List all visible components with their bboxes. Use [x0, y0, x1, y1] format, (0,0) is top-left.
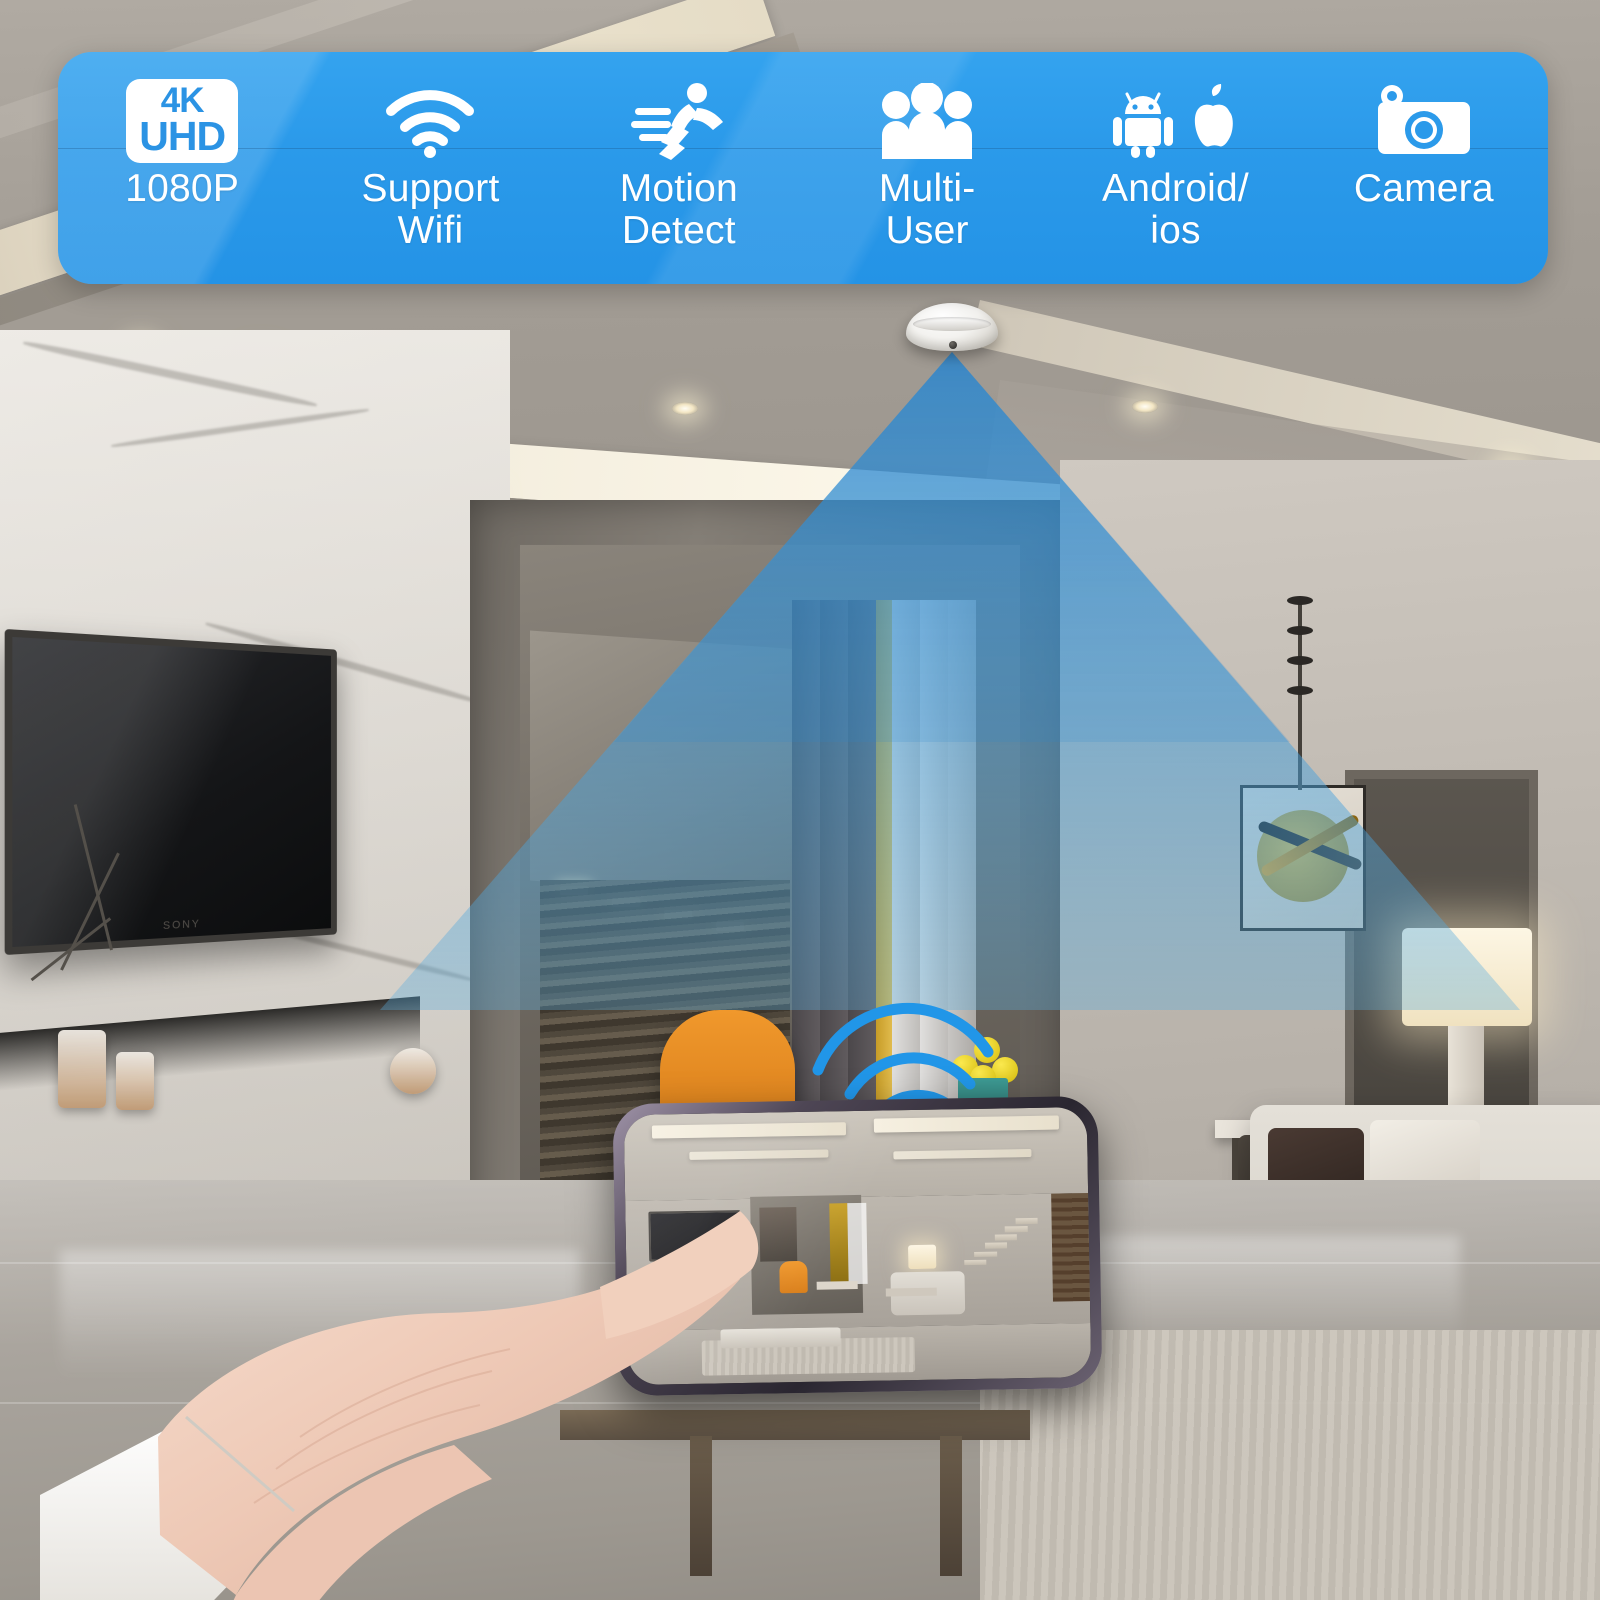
- phone-screen[interactable]: [623, 1106, 1092, 1386]
- feature-motion-label-line1: Motion: [619, 167, 738, 210]
- smartphone-live-view[interactable]: [612, 1095, 1103, 1397]
- recessed-downlight: [672, 402, 698, 415]
- starburst-wall-sculpture: [1255, 790, 1365, 900]
- feature-camera[interactable]: Camera: [1300, 52, 1548, 210]
- decor-canister: [116, 1052, 154, 1110]
- badge-uhd-text: UHD: [139, 113, 226, 160]
- kitchen-upper-cabinet: [530, 630, 800, 900]
- camera-seam-ring: [913, 317, 991, 331]
- feature-motion-detect[interactable]: Motion Detect: [555, 52, 803, 252]
- feature-platform[interactable]: Android/ ios: [1051, 52, 1299, 252]
- feature-motion-label-line2: Detect: [621, 209, 736, 253]
- camera-lens: [949, 341, 957, 349]
- feature-platform-label-line1: Android/: [1102, 167, 1249, 210]
- tv-screen-reflection: [12, 636, 331, 948]
- feature-resolution[interactable]: 4K UHD 1080P: [58, 52, 306, 210]
- wifi-icon: [384, 82, 476, 160]
- wall-mounted-tv: SONY: [4, 628, 337, 956]
- people-group-icon: [876, 82, 978, 160]
- 4k-uhd-badge-icon: 4K UHD: [126, 78, 239, 164]
- feature-wifi[interactable]: Support Wifi: [306, 52, 554, 252]
- feature-wifi-label-line1: Support: [361, 167, 500, 210]
- table-lamp-shade: [1402, 928, 1532, 1026]
- feature-multiuser-label-line2: User: [885, 209, 969, 253]
- coffee-table-leg: [690, 1436, 712, 1576]
- ceiling-smoke-detector-camera[interactable]: [906, 303, 998, 363]
- camera-icon: [1374, 82, 1474, 160]
- badge-4k-text: 4K: [160, 80, 205, 120]
- android-apple-icon: [1109, 82, 1241, 160]
- screen-glare: [623, 1106, 1092, 1386]
- floor-reflection: [60, 1250, 580, 1380]
- product-marketing-image: SONY 4K UHD 1080P Support Wifi Motion De…: [0, 0, 1600, 1600]
- feature-multi-user[interactable]: Multi- User: [803, 52, 1051, 252]
- decor-sphere: [390, 1048, 436, 1094]
- feature-wifi-label-line2: Wifi: [397, 209, 464, 253]
- running-person-icon: [630, 82, 727, 160]
- feature-banner: 4K UHD 1080P Support Wifi Motion Detect …: [58, 52, 1548, 284]
- pendant-light-cord: [1287, 596, 1313, 790]
- tv-brand-label: SONY: [163, 918, 201, 933]
- feature-resolution-label: 1080P: [125, 167, 240, 210]
- decor-canister: [58, 1030, 106, 1108]
- recessed-downlight: [1132, 400, 1158, 413]
- feature-camera-label-line1: Camera: [1353, 167, 1494, 210]
- coffee-table-leg: [940, 1436, 962, 1576]
- feature-platform-label-line2: ios: [1150, 209, 1201, 253]
- feature-multiuser-label-line1: Multi-: [878, 167, 976, 210]
